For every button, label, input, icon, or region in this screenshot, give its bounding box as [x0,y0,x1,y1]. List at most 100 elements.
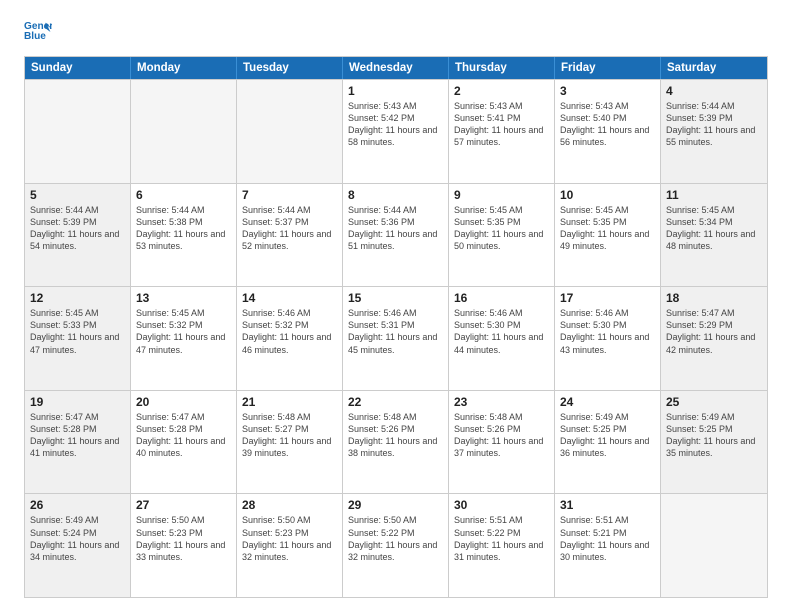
calendar-row: 19 Sunrise: 5:47 AMSunset: 5:28 PMDayligh… [25,390,767,494]
day-number: 27 [136,498,231,512]
logo: General Blue [24,18,54,48]
day-number: 6 [136,188,231,202]
day-info: Sunrise: 5:43 AMSunset: 5:42 PMDaylight:… [348,100,443,149]
day-number: 22 [348,395,443,409]
day-number: 31 [560,498,655,512]
day-number: 29 [348,498,443,512]
day-info: Sunrise: 5:49 AMSunset: 5:25 PMDaylight:… [666,411,762,460]
calendar-cell: 17 Sunrise: 5:46 AMSunset: 5:30 PMDayligh… [555,287,661,390]
calendar-cell: 6Sunrise: 5:44 AMSunset: 5:38 PMDaylight… [131,184,237,287]
day-info: Sunrise: 5:50 AMSunset: 5:22 PMDaylight:… [348,514,443,563]
day-number: 30 [454,498,549,512]
day-info: Sunrise: 5:46 AMSunset: 5:32 PMDaylight:… [242,307,337,356]
weekday-header: Monday [131,57,237,79]
day-info: Sunrise: 5:49 AMSunset: 5:25 PMDaylight:… [560,411,655,460]
calendar-cell [25,80,131,183]
day-number: 19 [30,395,125,409]
calendar-cell: 2 Sunrise: 5:43 AMSunset: 5:41 PMDaylight… [449,80,555,183]
calendar-cell: 8 Sunrise: 5:44 AMSunset: 5:36 PMDaylight… [343,184,449,287]
calendar-cell: 31Sunrise: 5:51 AMSunset: 5:21 PMDayligh… [555,494,661,597]
calendar-cell: 11 Sunrise: 5:45 AMSunset: 5:34 PMDayligh… [661,184,767,287]
day-number: 23 [454,395,549,409]
day-info: Sunrise: 5:50 AMSunset: 5:23 PMDaylight:… [242,514,337,563]
calendar-header: SundayMondayTuesdayWednesdayThursdayFrid… [25,57,767,79]
day-info: Sunrise: 5:46 AMSunset: 5:30 PMDaylight:… [454,307,549,356]
calendar-cell: 22 Sunrise: 5:48 AMSunset: 5:26 PMDayligh… [343,391,449,494]
day-number: 12 [30,291,125,305]
day-info: Sunrise: 5:47 AMSunset: 5:28 PMDaylight:… [30,411,125,460]
day-number: 8 [348,188,443,202]
day-number: 5 [30,188,125,202]
day-info: Sunrise: 5:48 AMSunset: 5:27 PMDaylight:… [242,411,337,460]
day-info: Sunrise: 5:45 AMSunset: 5:33 PMDaylight:… [30,307,125,356]
weekday-header: Wednesday [343,57,449,79]
calendar-cell: 23 Sunrise: 5:48 AMSunset: 5:26 PMDayligh… [449,391,555,494]
day-number: 15 [348,291,443,305]
calendar-cell: 12 Sunrise: 5:45 AMSunset: 5:33 PMDayligh… [25,287,131,390]
day-number: 28 [242,498,337,512]
day-info: Sunrise: 5:45 AMSunset: 5:35 PMDaylight:… [454,204,549,253]
day-info: Sunrise: 5:46 AMSunset: 5:31 PMDaylight:… [348,307,443,356]
calendar-cell: 21Sunrise: 5:48 AMSunset: 5:27 PMDayligh… [237,391,343,494]
calendar-cell: 4 Sunrise: 5:44 AMSunset: 5:39 PMDaylight… [661,80,767,183]
day-number: 14 [242,291,337,305]
calendar-body: 1 Sunrise: 5:43 AMSunset: 5:42 PMDaylight… [25,79,767,597]
day-info: Sunrise: 5:48 AMSunset: 5:26 PMDaylight:… [454,411,549,460]
weekday-header: Saturday [661,57,767,79]
calendar-row: 5 Sunrise: 5:44 AMSunset: 5:39 PMDaylight… [25,183,767,287]
calendar-cell: 10Sunrise: 5:45 AMSunset: 5:35 PMDayligh… [555,184,661,287]
weekday-header: Tuesday [237,57,343,79]
day-info: Sunrise: 5:50 AMSunset: 5:23 PMDaylight:… [136,514,231,563]
day-number: 11 [666,188,762,202]
calendar-cell [237,80,343,183]
day-info: Sunrise: 5:44 AMSunset: 5:37 PMDaylight:… [242,204,337,253]
day-info: Sunrise: 5:43 AMSunset: 5:41 PMDaylight:… [454,100,549,149]
calendar-cell: 28 Sunrise: 5:50 AMSunset: 5:23 PMDayligh… [237,494,343,597]
weekday-header: Friday [555,57,661,79]
day-number: 13 [136,291,231,305]
day-number: 10 [560,188,655,202]
day-info: Sunrise: 5:44 AMSunset: 5:39 PMDaylight:… [30,204,125,253]
day-number: 16 [454,291,549,305]
logo-icon: General Blue [24,18,52,46]
calendar-cell: 18 Sunrise: 5:47 AMSunset: 5:29 PMDayligh… [661,287,767,390]
calendar-cell: 5 Sunrise: 5:44 AMSunset: 5:39 PMDaylight… [25,184,131,287]
weekday-header: Sunday [25,57,131,79]
day-info: Sunrise: 5:43 AMSunset: 5:40 PMDaylight:… [560,100,655,149]
day-info: Sunrise: 5:48 AMSunset: 5:26 PMDaylight:… [348,411,443,460]
day-info: Sunrise: 5:44 AMSunset: 5:39 PMDaylight:… [666,100,762,149]
day-number: 1 [348,84,443,98]
day-info: Sunrise: 5:49 AMSunset: 5:24 PMDaylight:… [30,514,125,563]
day-number: 20 [136,395,231,409]
header: General Blue [24,18,768,48]
day-number: 7 [242,188,337,202]
day-number: 4 [666,84,762,98]
day-number: 2 [454,84,549,98]
day-info: Sunrise: 5:47 AMSunset: 5:29 PMDaylight:… [666,307,762,356]
calendar-cell: 29 Sunrise: 5:50 AMSunset: 5:22 PMDayligh… [343,494,449,597]
calendar-cell: 27 Sunrise: 5:50 AMSunset: 5:23 PMDayligh… [131,494,237,597]
weekday-header: Thursday [449,57,555,79]
calendar-cell: 26 Sunrise: 5:49 AMSunset: 5:24 PMDayligh… [25,494,131,597]
calendar-cell: 14 Sunrise: 5:46 AMSunset: 5:32 PMDayligh… [237,287,343,390]
calendar-cell: 30Sunrise: 5:51 AMSunset: 5:22 PMDayligh… [449,494,555,597]
day-number: 26 [30,498,125,512]
calendar-cell: 20 Sunrise: 5:47 AMSunset: 5:28 PMDayligh… [131,391,237,494]
page: General Blue SundayMondayTuesdayWednesda… [0,0,792,612]
day-number: 17 [560,291,655,305]
day-info: Sunrise: 5:44 AMSunset: 5:36 PMDaylight:… [348,204,443,253]
calendar-cell: 25Sunrise: 5:49 AMSunset: 5:25 PMDayligh… [661,391,767,494]
day-info: Sunrise: 5:45 AMSunset: 5:34 PMDaylight:… [666,204,762,253]
calendar-cell: 24Sunrise: 5:49 AMSunset: 5:25 PMDayligh… [555,391,661,494]
day-number: 18 [666,291,762,305]
day-number: 9 [454,188,549,202]
day-info: Sunrise: 5:45 AMSunset: 5:32 PMDaylight:… [136,307,231,356]
calendar-cell: 13 Sunrise: 5:45 AMSunset: 5:32 PMDayligh… [131,287,237,390]
calendar-row: 12 Sunrise: 5:45 AMSunset: 5:33 PMDayligh… [25,286,767,390]
day-number: 3 [560,84,655,98]
calendar-row: 26 Sunrise: 5:49 AMSunset: 5:24 PMDayligh… [25,493,767,597]
calendar-cell: 1 Sunrise: 5:43 AMSunset: 5:42 PMDaylight… [343,80,449,183]
day-info: Sunrise: 5:46 AMSunset: 5:30 PMDaylight:… [560,307,655,356]
calendar-cell: 15 Sunrise: 5:46 AMSunset: 5:31 PMDayligh… [343,287,449,390]
day-info: Sunrise: 5:47 AMSunset: 5:28 PMDaylight:… [136,411,231,460]
